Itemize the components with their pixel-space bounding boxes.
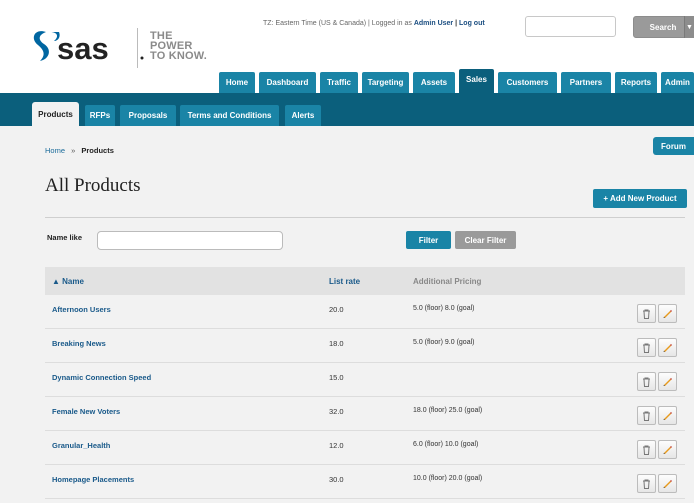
list-rate: 15.0 xyxy=(329,373,344,382)
edit-button[interactable] xyxy=(658,406,677,425)
product-name-link[interactable]: Granular_Health xyxy=(52,441,110,450)
breadcrumb-current: Products xyxy=(81,146,114,155)
nav-partners[interactable]: Partners xyxy=(561,72,611,93)
divider xyxy=(45,217,685,218)
table-row: Homepage Placements 30.0 10.0 (floor) 20… xyxy=(45,465,685,499)
nav-targeting[interactable]: Targeting xyxy=(362,72,409,93)
clear-filter-button[interactable]: Clear Filter xyxy=(455,231,516,249)
tab-rfps[interactable]: RFPs xyxy=(85,105,115,126)
add-new-product-button[interactable]: + Add New Product xyxy=(593,189,687,208)
column-header-list-rate[interactable]: List rate xyxy=(329,277,360,286)
breadcrumb-home[interactable]: Home xyxy=(45,146,65,155)
delete-button[interactable] xyxy=(637,372,656,391)
pencil-icon xyxy=(663,344,672,352)
list-rate: 20.0 xyxy=(329,305,344,314)
nav-sales[interactable]: Sales xyxy=(459,69,494,95)
product-name-link[interactable]: Breaking News xyxy=(52,339,106,348)
list-rate: 32.0 xyxy=(329,407,344,416)
table-header: ▲ Name List rate Additional Pricing xyxy=(45,267,685,295)
tab-terms-and-conditions[interactable]: Terms and Conditions xyxy=(180,105,279,126)
tab-products[interactable]: Products xyxy=(32,102,79,126)
additional-pricing: 10.0 (floor) 20.0 (goal) xyxy=(413,475,483,482)
table-row: Breaking News 18.0 5.0 (floor) 9.0 (goal… xyxy=(45,329,685,363)
pencil-icon xyxy=(663,480,672,488)
table-row: Female New Voters 32.0 18.0 (floor) 25.0… xyxy=(45,397,685,431)
tagline: THE POWER TO KNOW. xyxy=(150,31,208,62)
logo-divider xyxy=(137,28,138,68)
name-like-label: Name like xyxy=(47,233,83,242)
list-rate: 30.0 xyxy=(329,475,344,484)
logout-link[interactable]: Log out xyxy=(459,20,485,27)
nav-traffic[interactable]: Traffic xyxy=(320,72,358,93)
column-header-name[interactable]: ▲ Name xyxy=(52,277,84,286)
filter-button[interactable]: Filter xyxy=(406,231,451,249)
sas-logo: sas xyxy=(33,31,144,66)
breadcrumb-separator: » xyxy=(71,146,76,155)
edit-button[interactable] xyxy=(658,474,677,493)
table-row: Dynamic Connection Speed 15.0 xyxy=(45,363,685,397)
product-name-link[interactable]: Dynamic Connection Speed xyxy=(52,373,151,382)
user-link[interactable]: Admin User xyxy=(414,20,453,27)
additional-pricing: 6.0 (floor) 10.0 (goal) xyxy=(413,441,479,448)
list-rate: 12.0 xyxy=(329,441,344,450)
trash-icon xyxy=(643,309,650,319)
nav-admin[interactable]: Admin xyxy=(661,72,694,93)
nav-reports[interactable]: Reports xyxy=(615,72,657,93)
trash-icon xyxy=(643,343,650,353)
pencil-icon xyxy=(663,446,672,454)
delete-button[interactable] xyxy=(637,338,656,357)
forum-button[interactable]: Forum xyxy=(653,137,694,155)
breadcrumb: Home » Products xyxy=(45,146,114,155)
search-input[interactable] xyxy=(525,16,616,37)
timezone-text: TZ: Eastern Time (US & Canada) | Logged … xyxy=(263,20,412,27)
tab-proposals[interactable]: Proposals xyxy=(120,105,176,126)
search-dropdown-icon[interactable]: ▼ xyxy=(684,16,694,38)
tab-alerts[interactable]: Alerts xyxy=(285,105,321,126)
table-row: Afternoon Users 20.0 5.0 (floor) 8.0 (go… xyxy=(45,295,685,329)
pencil-icon xyxy=(663,378,672,386)
page-title: All Products xyxy=(45,175,141,196)
delete-button[interactable] xyxy=(637,406,656,425)
edit-button[interactable] xyxy=(658,440,677,459)
nav-dashboard[interactable]: Dashboard xyxy=(259,72,316,93)
name-like-input[interactable] xyxy=(97,231,283,250)
table-row: Granular_Health 12.0 6.0 (floor) 10.0 (g… xyxy=(45,431,685,465)
tagline-line: TO KNOW. xyxy=(150,50,208,62)
separator: | xyxy=(455,20,458,27)
svg-text:sas: sas xyxy=(57,31,109,66)
edit-button[interactable] xyxy=(658,338,677,357)
delete-button[interactable] xyxy=(637,440,656,459)
nav-customers[interactable]: Customers xyxy=(498,72,557,93)
edit-button[interactable] xyxy=(658,304,677,323)
nav-home[interactable]: Home xyxy=(219,72,255,93)
list-rate: 18.0 xyxy=(329,339,344,348)
additional-pricing: 5.0 (floor) 8.0 (goal) xyxy=(413,305,475,312)
additional-pricing: 5.0 (floor) 9.0 (goal) xyxy=(413,339,475,346)
edit-button[interactable] xyxy=(658,372,677,391)
additional-pricing: 18.0 (floor) 25.0 (goal) xyxy=(413,407,483,414)
product-name-link[interactable]: Homepage Placements xyxy=(52,475,134,484)
nav-assets[interactable]: Assets xyxy=(413,72,455,93)
product-name-link[interactable]: Female New Voters xyxy=(52,407,120,416)
trash-icon xyxy=(643,377,650,387)
delete-button[interactable] xyxy=(637,304,656,323)
column-header-additional-pricing: Additional Pricing xyxy=(413,277,482,286)
user-info: TZ: Eastern Time (US & Canada) | Logged … xyxy=(263,20,485,27)
product-name-link[interactable]: Afternoon Users xyxy=(52,305,111,314)
trash-icon xyxy=(643,445,650,455)
trash-icon xyxy=(643,411,650,421)
pencil-icon xyxy=(663,412,672,420)
delete-button[interactable] xyxy=(637,474,656,493)
main-nav: Home Dashboard Traffic Targeting Assets … xyxy=(0,69,694,95)
trash-icon xyxy=(643,479,650,489)
pencil-icon xyxy=(663,310,672,318)
